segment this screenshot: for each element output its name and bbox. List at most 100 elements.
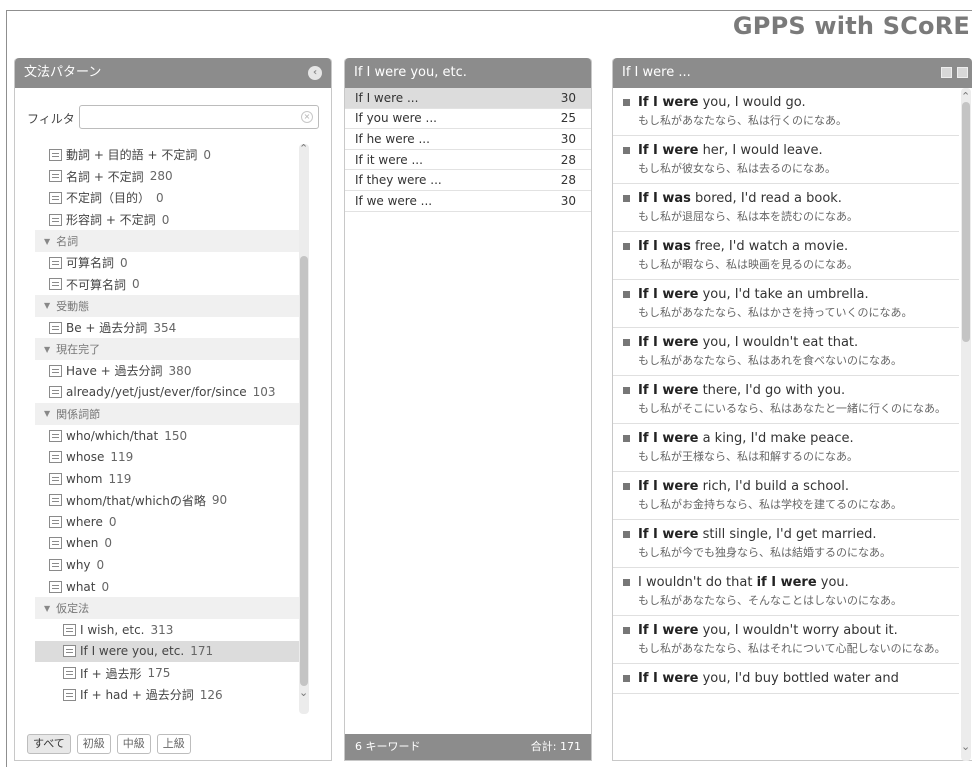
tree-item-count: 0: [104, 536, 113, 551]
example-post: you, I'd take an umbrella.: [698, 287, 869, 302]
example-list: If I were you, I would go. もし私があなたなら、私は行く…: [613, 88, 959, 761]
copy-icon[interactable]: [941, 67, 952, 78]
bullet-icon: [623, 627, 630, 634]
tree-item[interactable]: whose 119: [35, 446, 307, 468]
keyword-row[interactable]: If they were ... 28: [345, 170, 591, 191]
bullet-icon: [623, 483, 630, 490]
keyword-row[interactable]: If I were ... 30: [345, 88, 591, 109]
keyword-label: If he were ...: [355, 131, 430, 146]
tree-item-count: 354: [153, 320, 177, 335]
tree-scrollbar[interactable]: [299, 144, 309, 714]
keyword-row[interactable]: If it were ... 28: [345, 150, 591, 171]
example-translation: もし私があなたなら、私はあれを食べないのになあ。: [638, 354, 902, 367]
example-item[interactable]: If I were there, I'd go with you. もし私がそこに…: [613, 376, 959, 424]
tree-group-label: 関係詞節: [56, 407, 101, 421]
tree-item[interactable]: already/yet/just/ever/for/since 103: [35, 382, 307, 404]
example-item[interactable]: If I were you, I wouldn't worry about it…: [613, 616, 959, 664]
example-item[interactable]: If I were a king, I'd make peace. もし私が王様な…: [613, 424, 959, 472]
scroll-down-icon[interactable]: ⌄: [299, 686, 308, 699]
example-item[interactable]: If I were you, I would go. もし私があなたなら、私は行く…: [613, 88, 959, 136]
tree-item[interactable]: If + had + 過去分詞 126: [35, 684, 307, 706]
tree-item-count: 103: [252, 385, 276, 400]
tree-item[interactable]: 不可算名詞 0: [35, 274, 307, 296]
keyword-label: If it were ...: [355, 152, 423, 167]
example-item[interactable]: If I were her, I would leave. もし私が彼女なら、私は…: [613, 136, 959, 184]
level-button[interactable]: 上級: [156, 734, 191, 754]
tree-group[interactable]: ▼ 現在完了: [35, 338, 307, 360]
example-item[interactable]: If I was free, I'd watch a movie. もし私が暇なら…: [613, 232, 959, 280]
caret-down-icon[interactable]: ▼: [44, 345, 50, 354]
examples-scroll-thumb[interactable]: [962, 102, 970, 342]
bullet-icon: [623, 195, 630, 202]
tree-group[interactable]: ▼ 関係詞節: [35, 403, 307, 425]
example-item[interactable]: I wouldn't do that if I were you. もし私があなた…: [613, 568, 959, 616]
example-sentence: If I were rich, I'd build a school.: [623, 478, 953, 495]
example-sentence: If I were there, I'd go with you.: [623, 382, 953, 399]
collapse-icon[interactable]: ‹: [308, 66, 322, 80]
caret-down-icon[interactable]: ▼: [44, 237, 50, 246]
level-button[interactable]: すべて: [27, 734, 71, 754]
tree-item[interactable]: 名詞 + 不定詞 280: [35, 166, 307, 188]
example-keyword: If I were: [638, 479, 699, 494]
examples-scrollbar[interactable]: [961, 88, 971, 761]
window-icon[interactable]: [957, 67, 968, 78]
tree-item-label: whom/that/whichの省略: [66, 493, 206, 508]
tree-item[interactable]: If I were you, etc. 171: [35, 640, 307, 663]
tree-item[interactable]: where 0: [35, 511, 307, 533]
keyword-row[interactable]: If we were ... 30: [345, 191, 591, 212]
examples-scroll-down-icon[interactable]: ⌄: [961, 740, 970, 753]
tree-item-count: 0: [120, 255, 128, 270]
example-keyword: If I were: [638, 527, 699, 542]
tree-item-label: when: [66, 536, 99, 551]
keyword-row[interactable]: If you were ... 25: [345, 109, 591, 130]
example-post: her, I would leave.: [698, 143, 823, 158]
tree-item[interactable]: If + 過去形 175: [35, 662, 307, 684]
bullet-icon: [623, 291, 630, 298]
tree-item[interactable]: whom/that/whichの省略 90: [35, 490, 307, 512]
tree-item[interactable]: 不定詞（目的） 0: [35, 187, 307, 209]
tree-group[interactable]: ▼ 名詞: [35, 230, 307, 252]
tree-item[interactable]: 可算名詞 0: [35, 252, 307, 274]
example-item[interactable]: If I were you, I'd take an umbrella. もし私が…: [613, 280, 959, 328]
tree-item[interactable]: when 0: [35, 533, 307, 555]
tree-item[interactable]: who/which/that 150: [35, 425, 307, 447]
caret-down-icon[interactable]: ▼: [44, 301, 50, 310]
tree-item[interactable]: Have + 過去分詞 380: [35, 360, 307, 382]
example-item[interactable]: If I was bored, I'd read a book. もし私が退屈なら…: [613, 184, 959, 232]
level-button[interactable]: 中級: [116, 734, 151, 754]
tree-item[interactable]: Be + 過去分詞 354: [35, 317, 307, 339]
example-item[interactable]: If I were you, I wouldn't eat that. もし私があ…: [613, 328, 959, 376]
example-keyword: If I was: [638, 239, 691, 254]
tree-item-count: 280: [149, 169, 173, 184]
level-button[interactable]: 初級: [76, 734, 111, 754]
example-item[interactable]: If I were rich, I'd build a school. もし私がお…: [613, 472, 959, 520]
example-keyword: If I were: [638, 383, 699, 398]
tree-group[interactable]: ▼ 受動態: [35, 295, 307, 317]
tree-scroll-thumb[interactable]: [300, 256, 308, 686]
tree-item[interactable]: why 0: [35, 554, 307, 576]
tree-item-count: 90: [211, 493, 228, 508]
tree-item[interactable]: whom 119: [35, 468, 307, 490]
example-translation: もし私があなたなら、私は行くのになあ。: [638, 114, 847, 127]
tree-item[interactable]: I wish, etc. 313: [35, 619, 307, 641]
tree-item[interactable]: 形容詞 + 不定詞 0: [35, 209, 307, 231]
examples-scroll-up-icon[interactable]: ⌃: [961, 90, 970, 103]
bullet-icon: [623, 579, 630, 586]
example-post: you, I'd buy bottled water and: [698, 671, 899, 686]
tree-item[interactable]: what 0: [35, 576, 307, 598]
keyword-count: 6 キーワード: [355, 740, 421, 753]
caret-down-icon[interactable]: ▼: [44, 604, 50, 613]
keyword-count: 30: [560, 90, 576, 105]
example-item[interactable]: If I were still single, I'd get married.…: [613, 520, 959, 568]
example-post: you, I wouldn't worry about it.: [698, 623, 898, 638]
tree-group[interactable]: ▼ 仮定法: [35, 597, 307, 620]
tree-item[interactable]: 動詞 + 目的語 + 不定詞 0: [35, 144, 307, 166]
scroll-up-icon[interactable]: ⌃: [299, 142, 308, 155]
list-icon: [49, 148, 62, 161]
filter-input[interactable]: [79, 105, 319, 129]
caret-down-icon[interactable]: ▼: [44, 409, 50, 418]
clear-filter-icon[interactable]: ×: [301, 111, 313, 123]
example-post: a king, I'd make peace.: [698, 431, 854, 446]
keyword-row[interactable]: If he were ... 30: [345, 129, 591, 150]
example-item[interactable]: If I were you, I'd buy bottled water and: [613, 664, 959, 694]
